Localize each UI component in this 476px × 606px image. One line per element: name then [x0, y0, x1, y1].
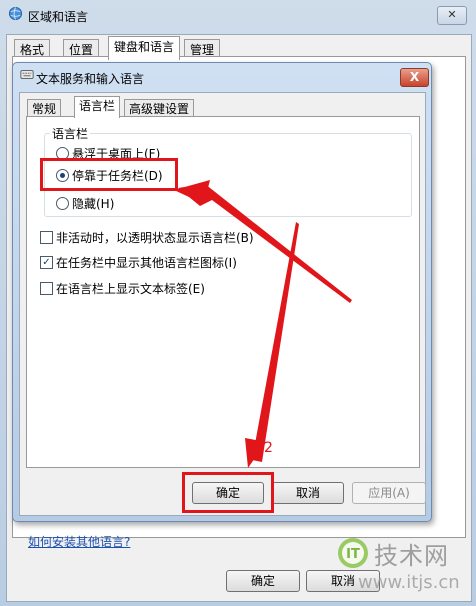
svg-text:IT: IT [346, 547, 360, 562]
dialog-close-button[interactable]: X [400, 68, 429, 87]
dialog-title: 文本服务和输入语言 [36, 72, 145, 86]
checkbox-transparent[interactable] [40, 231, 53, 244]
radio-hidden-label: 隐藏(H) [72, 197, 115, 211]
globe-icon [8, 6, 23, 21]
highlight-ok-button [182, 472, 274, 513]
checkbox-extra-icons-label: 在任务栏中显示其他语言栏图标(I) [56, 256, 237, 270]
watermark-logo-icon: IT [338, 538, 368, 568]
dialog-apply-button[interactable]: 应用(A) [352, 482, 426, 504]
highlight-dock-option [40, 158, 178, 191]
checkbox-text-labels[interactable] [40, 282, 53, 295]
keyboard-icon [20, 70, 34, 79]
outer-ok-button[interactable]: 确定 [226, 570, 300, 592]
dialog-cancel-button[interactable]: 取消 [272, 482, 344, 504]
tab-language-bar[interactable]: 语言栏 [74, 96, 121, 118]
checkbox-transparent-label: 非活动时，以透明状态显示语言栏(B) [56, 231, 254, 245]
window-title: 区域和语言 [28, 10, 89, 24]
step2-label: 2 [264, 440, 273, 456]
install-languages-link[interactable]: 如何安装其他语言? [28, 533, 130, 550]
step1-label: 1 [197, 182, 206, 198]
radio-hidden[interactable] [56, 197, 69, 210]
group-label: 语言栏 [50, 125, 91, 142]
watermark-brand: 技术网 [374, 542, 449, 570]
window-close-button[interactable]: ✕ [437, 6, 467, 25]
checkbox-text-labels-label: 在语言栏上显示文本标签(E) [56, 282, 205, 296]
checkbox-extra-icons[interactable]: ✓ [40, 256, 53, 269]
watermark-url: www.itjs.cn [358, 572, 460, 593]
tab-keyboard-language[interactable]: 键盘和语言 [108, 36, 181, 60]
watermark: IT 技术网 www.itjs.cn [336, 534, 472, 604]
